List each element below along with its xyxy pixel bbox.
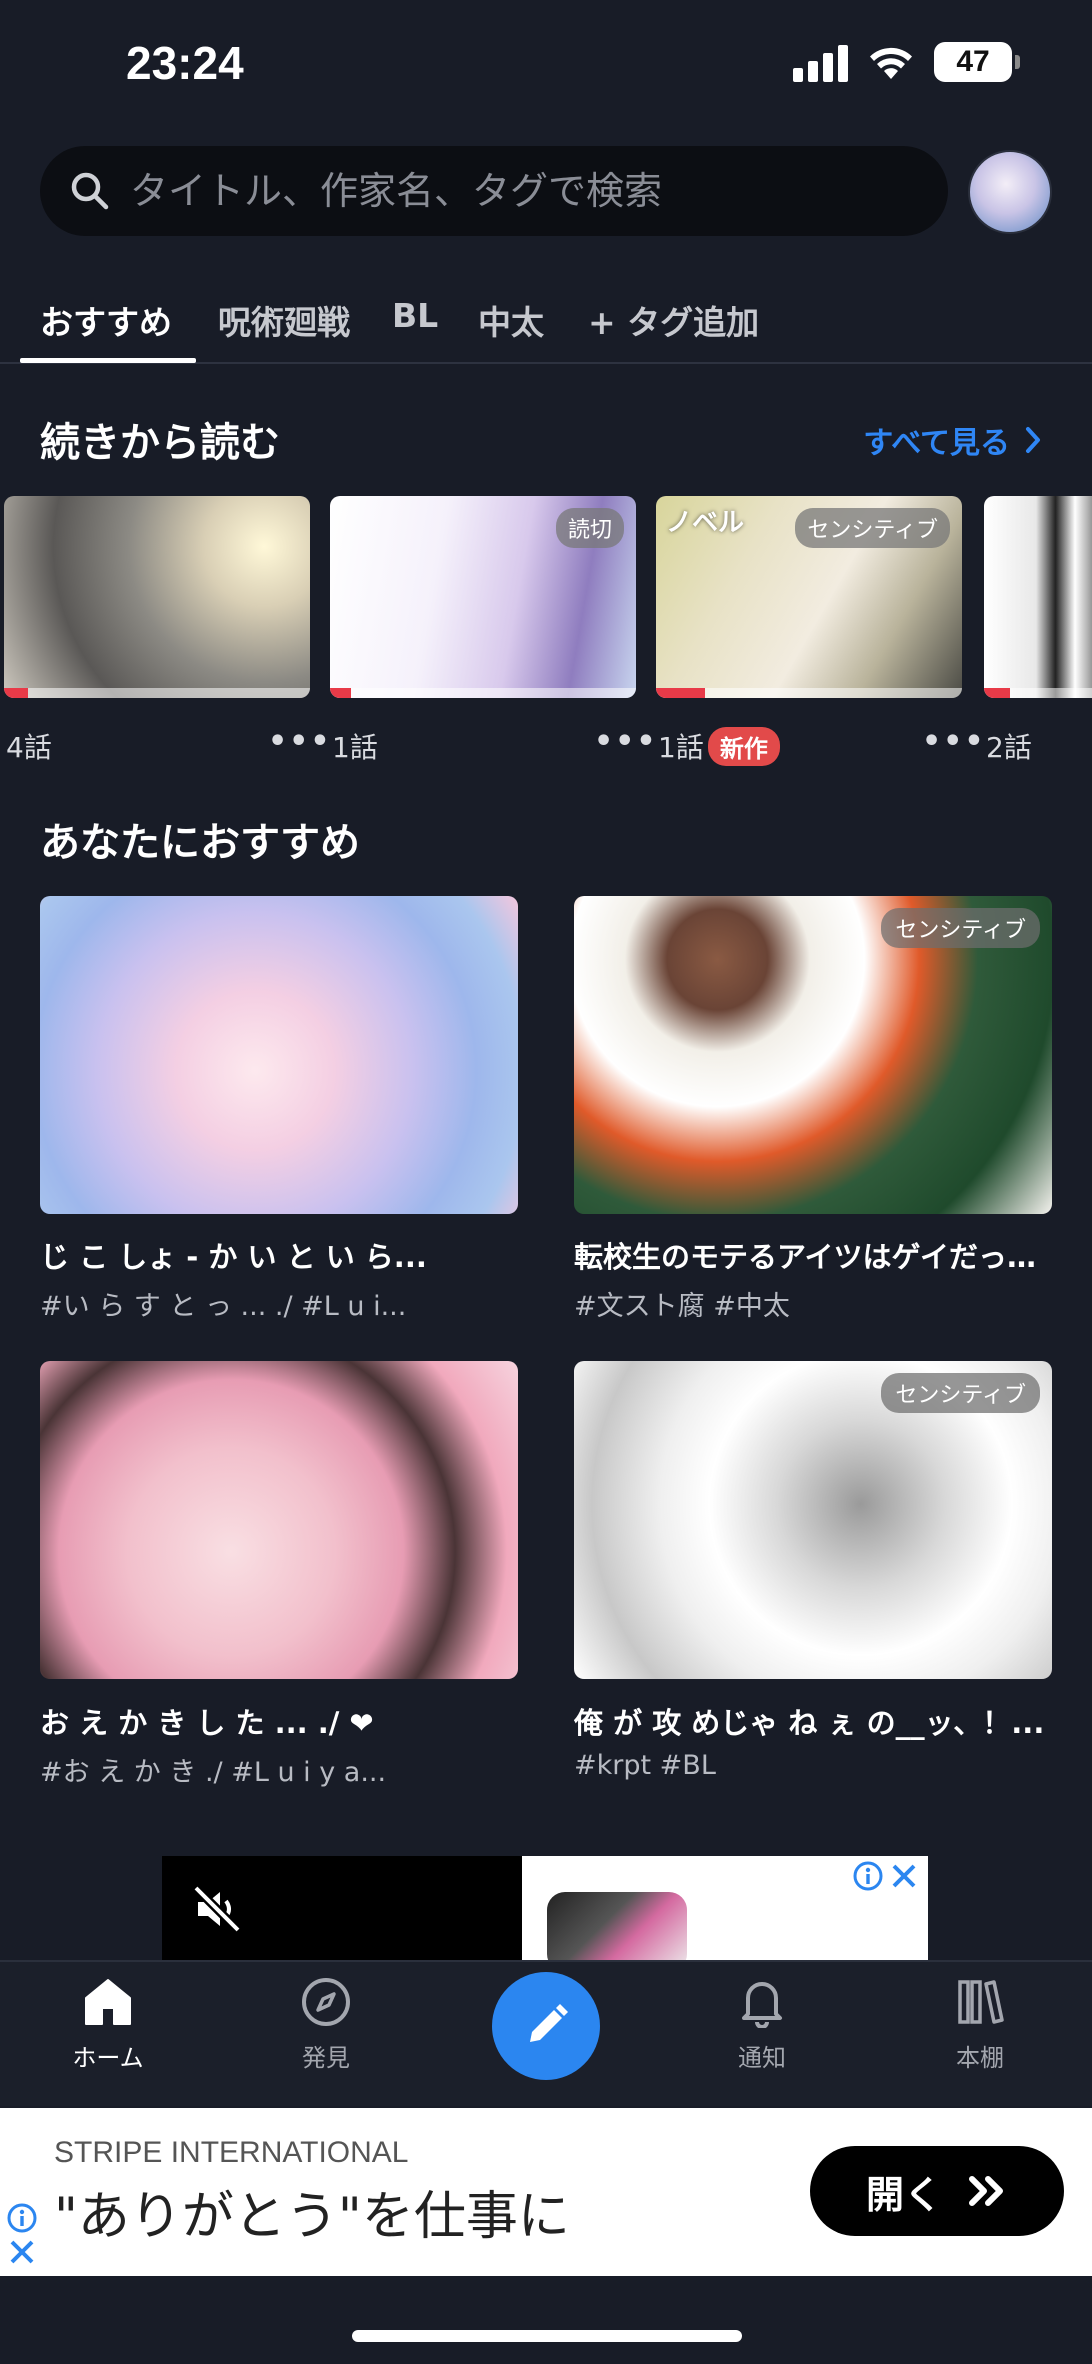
recommended-card-tags[interactable]: #い ら す と っ ... ./ #L u i... bbox=[40, 1284, 518, 1323]
recommended-card-2[interactable]: センシティブ bbox=[574, 896, 1052, 1214]
reading-progress-bar bbox=[4, 688, 310, 698]
see-all-link[interactable]: すべて見る bbox=[863, 418, 1042, 462]
episode-count-with-new: 1話 新作 bbox=[658, 726, 780, 766]
recommended-card-3[interactable] bbox=[40, 1361, 518, 1679]
cellular-signal-icon bbox=[793, 42, 848, 82]
recommended-card-title[interactable]: 転校生のモテるアイツはゲイだっ… bbox=[574, 1234, 1052, 1276]
ad-headline[interactable]: "ありがとう"を仕事に bbox=[54, 2174, 570, 2249]
status-bar: 23:24 47 bbox=[0, 0, 1092, 130]
recommended-card-title[interactable]: じ こ しょ - か い と い ら... bbox=[40, 1234, 518, 1276]
recommended-card-tags[interactable]: #お え か き ./ #L u i y a... bbox=[40, 1750, 518, 1789]
novel-badge: ノベル bbox=[666, 508, 745, 538]
recommended-card-tags[interactable]: #文スト腐 #中太 bbox=[574, 1284, 1052, 1323]
new-badge: 新作 bbox=[707, 726, 780, 766]
video-ad[interactable] bbox=[162, 1856, 928, 1962]
search-input[interactable] bbox=[130, 169, 930, 213]
recommended-card-1[interactable] bbox=[40, 896, 518, 1214]
bell-icon bbox=[742, 1982, 782, 2029]
continue-card-3[interactable]: ノベル センシティブ bbox=[656, 496, 962, 698]
tab-jujutsu-kaisen[interactable]: 呪術廻戦 bbox=[218, 296, 350, 344]
episode-count: 4話 bbox=[6, 731, 52, 764]
reading-progress-bar bbox=[330, 688, 636, 698]
ad-info-icon[interactable] bbox=[6, 2202, 38, 2234]
home-indicator[interactable] bbox=[352, 2330, 742, 2342]
sensitive-badge: センシティブ bbox=[881, 1373, 1040, 1413]
continue-card-4[interactable] bbox=[984, 496, 1092, 698]
status-icons: 47 bbox=[793, 42, 1020, 82]
ad-sponsor: STRIPE INTERNATIONAL bbox=[54, 2136, 409, 2169]
status-time: 23:24 bbox=[126, 37, 244, 89]
more-options-icon[interactable]: ••• bbox=[922, 724, 986, 759]
compass-icon bbox=[302, 1978, 350, 2026]
nav-discover-label: 発見 bbox=[302, 2044, 350, 2072]
recommended-card-tags[interactable]: #krpt #BL bbox=[574, 1750, 1052, 1781]
wifi-icon bbox=[870, 47, 912, 79]
ad-open-label: 開く bbox=[865, 2172, 942, 2217]
nav-notifications[interactable]: 通知 bbox=[692, 1976, 832, 2073]
recommended-title: あなたにおすすめ bbox=[40, 820, 360, 866]
nav-bookshelf[interactable]: 本棚 bbox=[910, 1976, 1050, 2073]
more-options-icon[interactable]: ••• bbox=[268, 724, 332, 759]
recommended-card-title[interactable]: 俺 が 攻 めじゃ ね ぇ の__ッ、！... bbox=[574, 1700, 1052, 1742]
search-bar[interactable] bbox=[40, 146, 948, 236]
tab-add-tag[interactable]: + タグ追加 bbox=[588, 296, 759, 344]
create-post-button[interactable] bbox=[492, 1972, 600, 2080]
nav-notifications-label: 通知 bbox=[738, 2044, 786, 2072]
continue-card-2[interactable]: 読切 bbox=[330, 496, 636, 698]
chevron-right-icon bbox=[1026, 427, 1040, 453]
oneshot-badge: 読切 bbox=[555, 508, 624, 548]
reading-progress-bar bbox=[984, 688, 1092, 698]
ad-thumbnail bbox=[547, 1892, 687, 1962]
sensitive-badge: センシティブ bbox=[795, 508, 950, 548]
tag-tabs: おすすめ 呪術廻戦 BL 中太 + タグ追加 bbox=[0, 282, 1092, 364]
tab-recommended[interactable]: おすすめ bbox=[40, 296, 172, 344]
tab-chuuta[interactable]: 中太 bbox=[478, 296, 544, 344]
banner-ad[interactable]: STRIPE INTERNATIONAL "ありがとう"を仕事に 開く bbox=[0, 2108, 1092, 2276]
ad-close-icon[interactable] bbox=[888, 1860, 920, 1892]
search-icon bbox=[71, 172, 109, 210]
active-tab-underline bbox=[20, 358, 196, 363]
ad-open-button[interactable]: 開く bbox=[810, 2146, 1064, 2236]
episode-count: 2話 bbox=[986, 731, 1032, 764]
tab-bl[interactable]: BL bbox=[392, 296, 438, 335]
ad-info-icon[interactable] bbox=[852, 1860, 884, 1892]
continue-card-1[interactable] bbox=[4, 496, 310, 698]
recommended-card-4[interactable]: センシティブ bbox=[574, 1361, 1052, 1679]
episode-count: 1話 bbox=[658, 731, 704, 764]
episode-count: 1話 bbox=[332, 731, 378, 764]
mute-icon[interactable] bbox=[192, 1884, 242, 1934]
more-options-icon[interactable]: ••• bbox=[594, 724, 658, 759]
home-icon bbox=[85, 1979, 131, 2025]
nav-home-label: ホーム bbox=[72, 2044, 144, 2072]
recommended-card-title[interactable]: お え か き し た ... ./ ❤ bbox=[40, 1700, 518, 1742]
nav-discover[interactable]: 発見 bbox=[256, 1976, 396, 2073]
bookshelf-icon bbox=[958, 1980, 1004, 2024]
double-chevron-right-icon bbox=[969, 2176, 1003, 2206]
nav-bookshelf-label: 本棚 bbox=[956, 2044, 1004, 2072]
ad-close-icon[interactable] bbox=[8, 2238, 36, 2266]
reading-progress-bar bbox=[656, 688, 962, 698]
continue-reading-title: 続きから読む bbox=[40, 420, 280, 466]
user-avatar[interactable] bbox=[968, 150, 1052, 234]
pencil-icon bbox=[530, 2004, 568, 2042]
nav-home[interactable]: ホーム bbox=[38, 1976, 178, 2073]
battery-indicator: 47 bbox=[934, 42, 1020, 82]
see-all-label: すべて見る bbox=[863, 426, 1010, 461]
sensitive-badge: センシティブ bbox=[881, 908, 1040, 948]
